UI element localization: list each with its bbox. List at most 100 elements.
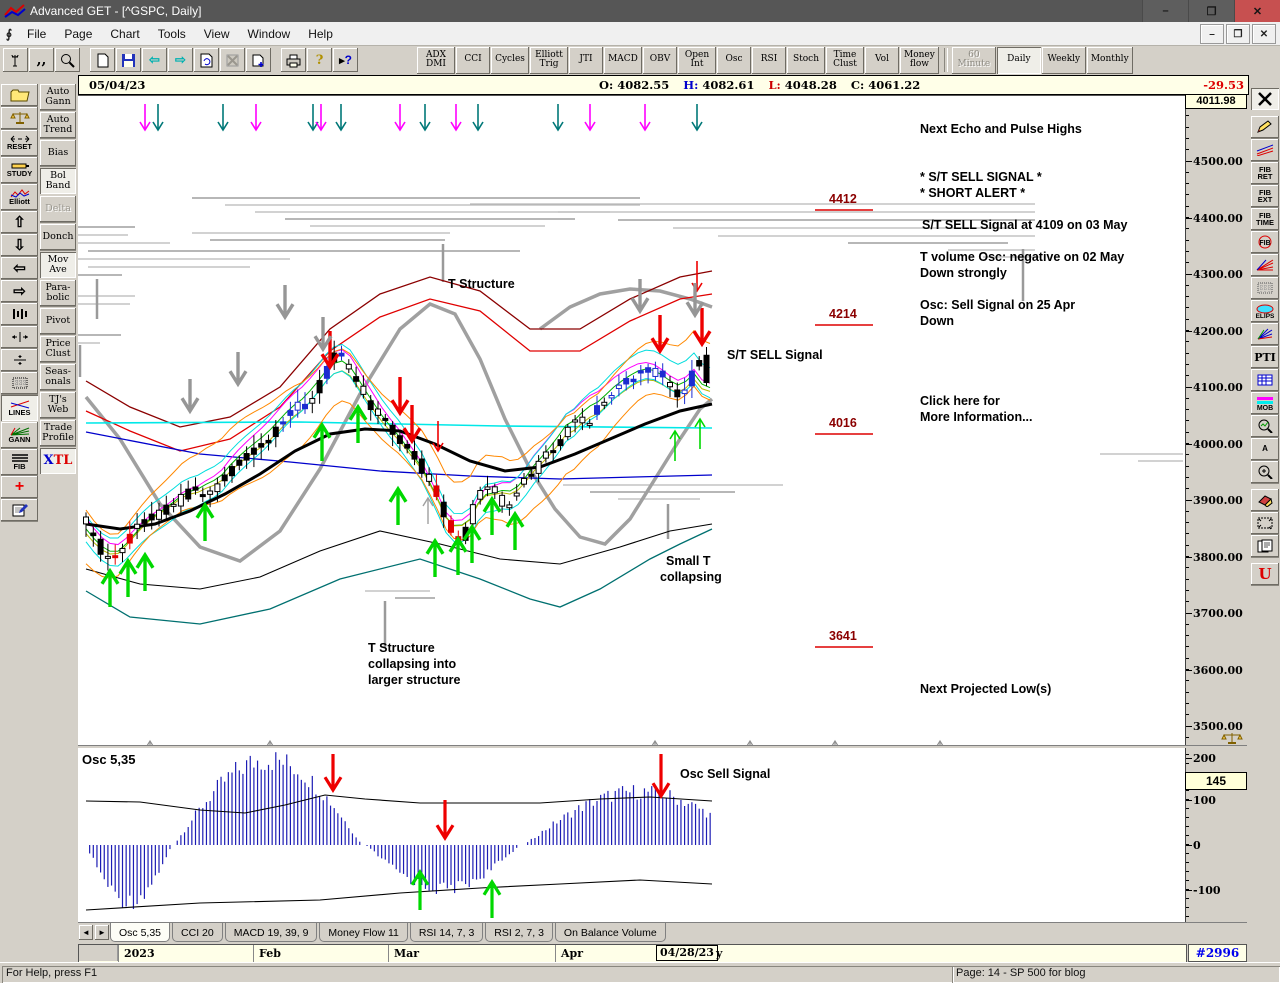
arrow-fan-button[interactable] (1251, 323, 1279, 345)
menu-chart[interactable]: Chart (101, 25, 148, 43)
new-page-button[interactable] (90, 48, 115, 72)
notes-button[interactable] (1251, 535, 1279, 557)
indicator-adx-button[interactable]: ADX DMI (417, 46, 455, 74)
ellipse-button[interactable]: ELIPS (1251, 300, 1279, 322)
indicator-stoch-button[interactable]: Stoch (787, 46, 825, 74)
reset-button[interactable]: RESET (1, 130, 38, 156)
child-close-button[interactable]: ✕ (1252, 24, 1276, 44)
indicator-osc-button[interactable]: Osc (717, 46, 751, 74)
properties-button[interactable] (1, 499, 38, 521)
study-seas--onals-button[interactable]: Seas- onals (40, 364, 76, 390)
study-delta-button[interactable]: Delta (40, 196, 76, 222)
pencil-button[interactable] (1251, 116, 1279, 138)
indicator-time-button[interactable]: Time Clust (826, 46, 864, 74)
menu-view[interactable]: View (195, 25, 239, 43)
tab-rsi-2--7--3[interactable]: RSI 2, 7, 3 (485, 923, 553, 942)
study-trade-profile-button[interactable]: Trade Profile (40, 420, 76, 446)
study-para--bolic-button[interactable]: Para- bolic (40, 280, 76, 306)
study-xtl-button[interactable]: XTL (40, 448, 76, 474)
tab-osc-5-35[interactable]: Osc 5,35 (110, 923, 171, 942)
arrow-down-button[interactable]: ⇩ (1, 234, 38, 256)
save-button[interactable] (116, 48, 141, 72)
fib-ext-button[interactable]: FIB EXT (1251, 185, 1279, 207)
grid-button[interactable] (1, 372, 38, 394)
indicator-cycles-button[interactable]: Cycles (491, 46, 529, 74)
quotes-button[interactable]: ,, (29, 48, 54, 72)
eraser-button[interactable] (1251, 489, 1279, 511)
indicator-macd-button[interactable]: MACD (604, 46, 642, 74)
fib-time-button[interactable]: FIB TIME (1251, 208, 1279, 230)
tab-money-flow-11[interactable]: Money Flow 11 (319, 923, 408, 942)
fan-button[interactable] (1251, 254, 1279, 276)
chart-system-icon[interactable]: ∮ (0, 27, 18, 41)
timeframe-daily-button[interactable]: Daily (996, 46, 1041, 74)
trend-lines-button[interactable] (1251, 139, 1279, 161)
arrow-up-button[interactable]: ⇧ (1, 211, 38, 233)
indicator-vol-button[interactable]: Vol (865, 46, 899, 74)
study-tj-s-web-button[interactable]: TJ's Web (40, 392, 76, 418)
minimize-button[interactable]: – (1142, 0, 1188, 22)
zoom-in-button[interactable] (1251, 461, 1279, 483)
indicator-rsi-button[interactable]: RSI (752, 46, 786, 74)
study-auto-trend-button[interactable]: Auto Trend (40, 112, 76, 138)
menu-window[interactable]: Window (239, 25, 300, 43)
analyze-button[interactable] (1251, 415, 1279, 437)
study-pivot-button[interactable]: Pivot (40, 308, 76, 334)
menu-help[interactable]: Help (299, 25, 342, 43)
next-chart-button[interactable]: ⇨ (168, 48, 193, 72)
prev-chart-button[interactable]: ⇦ (142, 48, 167, 72)
arrow-left-button[interactable]: ⇦ (1, 257, 38, 279)
grid-blue-button[interactable] (1251, 369, 1279, 391)
magnifier-button[interactable] (55, 48, 80, 72)
study-donch-button[interactable]: Donch (40, 224, 76, 250)
expand-button[interactable] (1251, 512, 1279, 534)
tab-macd-19--39--9[interactable]: MACD 19, 39, 9 (224, 923, 318, 942)
text-a-button[interactable]: A (1251, 438, 1279, 460)
mob-button[interactable]: MOB (1251, 392, 1279, 414)
timeframe-monthly-button[interactable]: Monthly (1086, 46, 1133, 74)
study-price-clust-button[interactable]: Price Clust (40, 336, 76, 362)
compress-v-button[interactable] (1, 349, 38, 371)
study-bias-button[interactable]: Bias (40, 140, 76, 166)
chart-canvas[interactable]: 4412 4214 4016 3641 Next Echo and Pulse High… (78, 95, 1185, 758)
indicator-jti-button[interactable]: JTI (569, 46, 603, 74)
study-bol-band-button[interactable]: Bol Band (40, 168, 76, 194)
tab-scroll-left-button[interactable]: ◄ (79, 925, 93, 940)
price-axis[interactable]: 4600.004500.004400.004300.004200.004100.… (1185, 95, 1248, 745)
study-mov-ave-button[interactable]: Mov Ave (40, 252, 76, 278)
add-pages-button[interactable] (246, 48, 271, 72)
fib-button[interactable]: FIB (1, 449, 38, 475)
indicator-elliott-button[interactable]: Elliott Trig (530, 46, 568, 74)
child-restore-button[interactable]: ❐ (1226, 24, 1250, 44)
tab-cci-20[interactable]: CCI 20 (172, 923, 223, 942)
restore-button[interactable]: ❐ (1188, 0, 1234, 22)
cross-button[interactable]: + (1, 476, 38, 498)
menu-file[interactable]: File (18, 25, 55, 43)
indicator-obv-button[interactable]: OBV (643, 46, 677, 74)
tab-rsi-14--7--3[interactable]: RSI 14, 7, 3 (409, 923, 484, 942)
print-button[interactable] (281, 48, 306, 72)
arrow-right-button[interactable]: ⇨ (1, 280, 38, 302)
menu-page[interactable]: Page (55, 25, 101, 43)
pin-button[interactable] (3, 48, 28, 72)
delete-chart-button[interactable] (220, 48, 245, 72)
gann-button[interactable]: GANN (1, 422, 38, 448)
fib-circle-button[interactable]: FIB (1251, 231, 1279, 253)
expand-h-button[interactable] (1, 326, 38, 348)
study-button[interactable]: STUDY (1, 157, 38, 183)
timeframe-60-button[interactable]: 60 Minute (951, 46, 996, 74)
child-minimize-button[interactable]: – (1200, 24, 1224, 44)
lines-button[interactable]: LINES (1, 395, 38, 421)
reload-chart-button[interactable] (194, 48, 219, 72)
indicator-cci-button[interactable]: CCI (456, 46, 490, 74)
elliott-button[interactable]: Elliott (1, 184, 38, 210)
indicator-money-button[interactable]: Money flow (900, 46, 939, 74)
oscillator-canvas[interactable]: Osc 5,35 Osc Sell Signal (78, 748, 1185, 922)
indicator-open-button[interactable]: Open Int (678, 46, 716, 74)
context-help-button[interactable]: ▸? (333, 48, 358, 72)
x-axis-date-box[interactable]: 04/28/23 (656, 945, 718, 961)
fib-ret-button[interactable]: FIB RET (1251, 162, 1279, 184)
close-x-button[interactable] (1251, 88, 1279, 110)
magnet-u-button[interactable]: U (1251, 563, 1279, 585)
tab-on-balance-volume[interactable]: On Balance Volume (554, 923, 666, 942)
